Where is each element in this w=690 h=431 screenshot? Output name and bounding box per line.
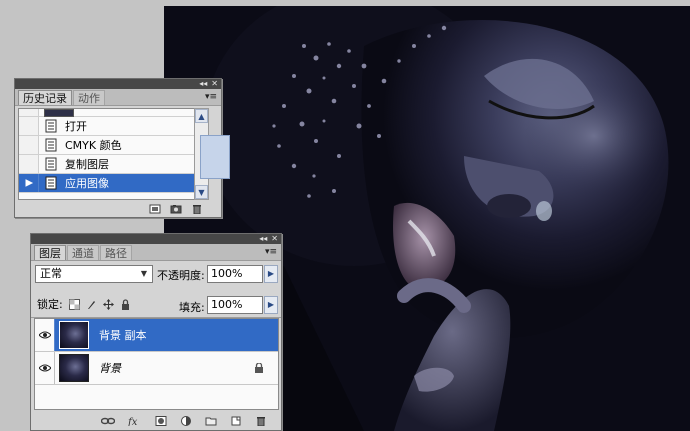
layers-tabbar: 图层 通道 路径 ▾≡ [31,244,281,261]
link-icon[interactable] [101,416,115,426]
history-item-label: 应用图像 [65,177,109,190]
collapse-icon[interactable]: ◂◂ [259,234,267,244]
lock-transparent-pixels-icon[interactable] [68,298,80,310]
blend-mode-select[interactable]: 正常 ▼ [35,265,153,283]
new-layer-icon[interactable] [230,416,242,426]
tab-channels[interactable]: 通道 [67,245,99,260]
snapshot-checkbox[interactable] [19,155,39,173]
layers-panel-titlebar[interactable]: ◂◂ ✕ [31,234,281,244]
history-brush-marker-icon [25,179,33,187]
eye-icon [38,331,51,339]
history-footer [15,201,221,217]
lock-image-pixels-brush-icon[interactable] [86,299,97,310]
close-icon[interactable]: ✕ [271,234,278,244]
trash-icon[interactable] [191,204,203,214]
layer-lock-icon [255,363,263,373]
layer-thumbnail [59,354,89,382]
layer-row-background-copy[interactable]: 背景 副本 [35,319,278,352]
history-list: 打开 CMYK 颜色 复制图层 应用图像 [18,108,206,200]
blend-mode-value: 正常 [40,267,62,280]
lock-label: 锁定: [37,298,63,311]
snapshot-checkbox[interactable] [19,109,39,116]
close-icon[interactable]: ✕ [211,79,218,89]
fill-label: 填充: [179,301,205,314]
history-state-icon [45,176,57,190]
visibility-toggle[interactable] [35,319,55,351]
history-item[interactable] [19,109,205,117]
opacity-slider-button[interactable]: ▶ [264,265,278,283]
layer-list: 背景 副本 背景 [34,318,279,410]
chevron-down-icon[interactable]: ▼ [137,267,151,281]
history-item-apply-image[interactable]: 应用图像 [19,174,205,193]
layer-thumbnail [59,321,89,349]
panel-menu-icon[interactable]: ▾≡ [265,247,277,257]
history-item-label: 复制图层 [65,158,109,171]
new-document-from-state-icon[interactable] [149,204,161,214]
scroll-down-icon[interactable]: ▼ [195,185,208,199]
lock-row: 锁定: [37,296,131,312]
tab-actions[interactable]: 动作 [73,90,105,105]
tab-history[interactable]: 历史记录 [18,90,72,105]
opacity-input[interactable]: 100% [207,265,263,283]
fill-input[interactable]: 100% [207,296,263,314]
history-panel: ◂◂ ✕ 历史记录 动作 ▾≡ 打开 CMYK 颜色 复制图层 应用图像 ▲ ▼ [14,78,230,218]
tab-paths[interactable]: 路径 [100,245,132,260]
svg-text:fx: fx [128,417,138,426]
layer-row-background[interactable]: 背景 [35,352,278,385]
adjustment-icon[interactable] [180,416,192,426]
opacity-value: 100% [211,267,243,280]
snapshot-checkbox[interactable] [19,136,39,154]
lock-position-move-icon[interactable] [102,298,114,310]
history-tabbar: 历史记录 动作 ▾≡ [15,89,221,106]
history-state-marker[interactable] [19,174,39,192]
scroll-up-icon[interactable]: ▲ [195,109,208,123]
history-state-icon [45,157,57,171]
history-state-icon [45,138,57,152]
history-item-cmyk[interactable]: CMYK 颜色 [19,136,205,155]
document-thumbnail [44,109,74,117]
fx-icon[interactable]: fx [128,416,142,426]
visibility-toggle[interactable] [35,352,55,384]
mask-icon[interactable] [155,416,167,426]
opacity-label: 不透明度: [157,269,205,282]
history-item-open[interactable]: 打开 [19,117,205,136]
trash-icon[interactable] [255,416,267,426]
history-item-label: CMYK 颜色 [65,139,122,152]
layer-name[interactable]: 背景 副本 [99,327,147,343]
layer-name[interactable]: 背景 [99,360,121,376]
fill-value: 100% [211,298,243,311]
eye-icon [38,364,51,372]
history-scrollbar[interactable]: ▲ ▼ [194,108,230,200]
lock-all-icon[interactable] [120,298,131,310]
panel-menu-icon[interactable]: ▾≡ [205,92,217,102]
snapshot-checkbox[interactable] [19,117,39,135]
history-item-duplicate-layer[interactable]: 复制图层 [19,155,205,174]
layers-footer: fx [31,412,281,430]
folder-icon[interactable] [205,416,217,426]
scroll-thumb[interactable] [200,135,230,179]
fill-slider-button[interactable]: ▶ [264,296,278,314]
history-item-label: 打开 [65,120,87,133]
collapse-icon[interactable]: ◂◂ [199,79,207,89]
history-state-icon [45,119,57,133]
history-panel-titlebar[interactable]: ◂◂ ✕ [15,79,221,89]
layers-panel: ◂◂ ✕ 图层 通道 路径 ▾≡ 正常 ▼ 不透明度: 100% ▶ 锁定: 填… [30,233,282,431]
tab-layers[interactable]: 图层 [34,245,66,260]
camera-snapshot-icon[interactable] [170,204,182,214]
